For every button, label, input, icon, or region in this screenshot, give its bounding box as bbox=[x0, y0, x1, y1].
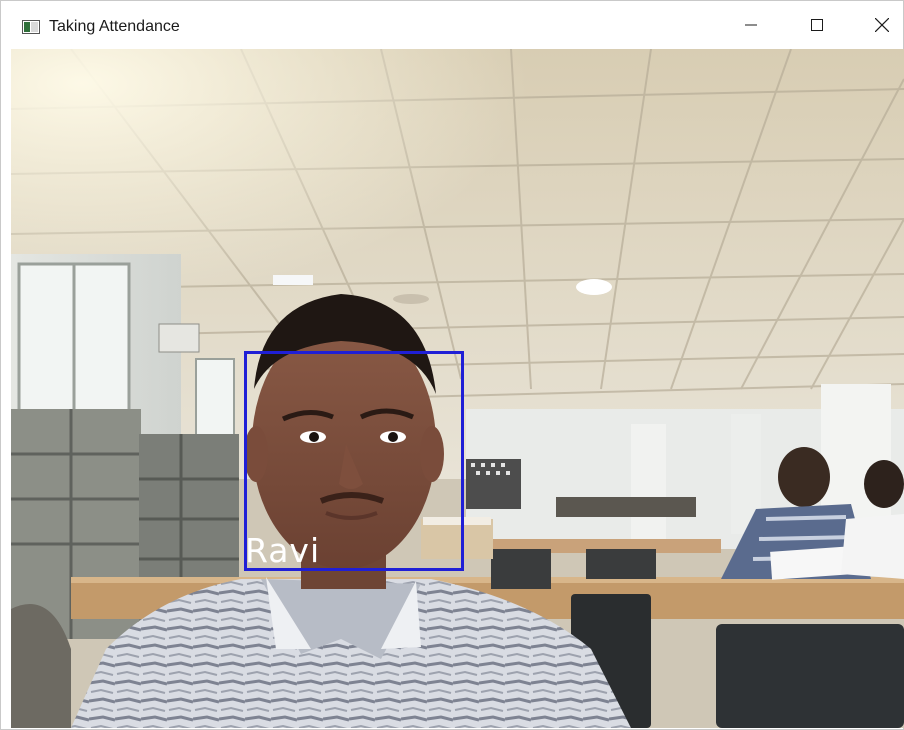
minimize-button[interactable] bbox=[728, 1, 774, 49]
window-title: Taking Attendance bbox=[49, 18, 180, 35]
camera-feed: Ravi bbox=[11, 49, 904, 728]
close-button[interactable] bbox=[859, 1, 904, 49]
close-icon bbox=[875, 18, 889, 32]
attendance-window: Taking Attendance Ravi bbox=[0, 0, 904, 730]
app-window-icon bbox=[22, 20, 40, 34]
maximize-icon bbox=[811, 19, 823, 31]
maximize-button[interactable] bbox=[794, 1, 840, 49]
minimize-icon bbox=[745, 24, 757, 26]
title-bar[interactable]: Taking Attendance bbox=[1, 1, 903, 49]
recognized-name-label: Ravi bbox=[245, 531, 321, 570]
